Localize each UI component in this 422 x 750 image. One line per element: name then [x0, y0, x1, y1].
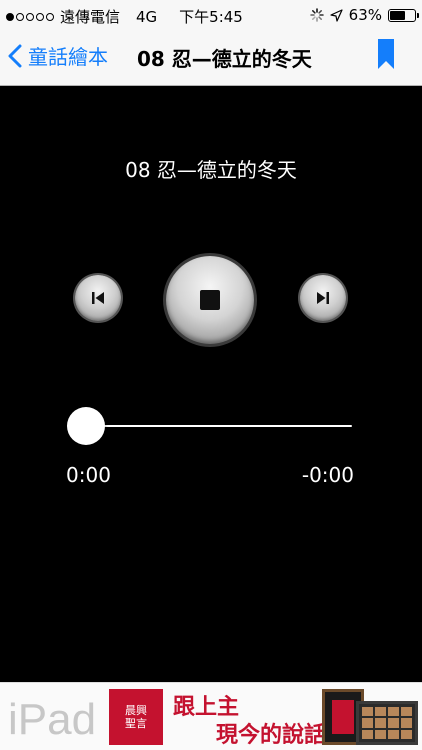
skip-previous-icon — [92, 292, 104, 304]
progress-slider-thumb[interactable] — [67, 407, 105, 445]
ad-logo-line1: 晨興 — [125, 704, 147, 717]
bookmark-icon[interactable] — [378, 39, 394, 69]
page-title: 08 忍—德立的冬天 — [137, 47, 312, 71]
skip-next-icon — [317, 292, 329, 304]
stop-icon — [200, 290, 220, 310]
previous-track-button[interactable] — [75, 275, 121, 321]
ad-logo-line2: 聖言 — [125, 717, 147, 730]
status-right: 63% — [309, 6, 419, 24]
battery-percent: 63% — [348, 6, 382, 24]
ad-tablet-image — [356, 701, 418, 745]
ad-banner[interactable]: iPad 晨興 聖言 跟上主 現今的說話 — [0, 682, 422, 750]
progress-slider-track[interactable] — [86, 425, 352, 427]
navigation-bar: 童話繪本 08 忍—德立的冬天 — [0, 31, 422, 86]
back-button[interactable]: 童話繪本 — [8, 41, 108, 70]
next-track-button[interactable] — [300, 275, 346, 321]
chevron-left-icon — [8, 44, 22, 67]
back-button-label: 童話繪本 — [28, 45, 108, 69]
activity-spinner-icon — [309, 8, 324, 22]
remaining-time: -0:00 — [301, 463, 354, 487]
location-arrow-icon — [330, 8, 343, 22]
ad-logo: 晨興 聖言 — [109, 689, 163, 745]
battery-icon — [388, 8, 419, 22]
battery-level-fill — [390, 10, 406, 20]
track-title: 08 忍—德立的冬天 — [125, 158, 297, 182]
elapsed-time: 0:00 — [66, 463, 111, 487]
stop-button[interactable] — [166, 256, 254, 344]
ad-headline-2: 現今的說話 — [216, 722, 327, 748]
status-bar: 遠傳電信 4G 下午5:45 63% — [0, 0, 422, 31]
ad-brand-text: iPad — [8, 695, 97, 744]
